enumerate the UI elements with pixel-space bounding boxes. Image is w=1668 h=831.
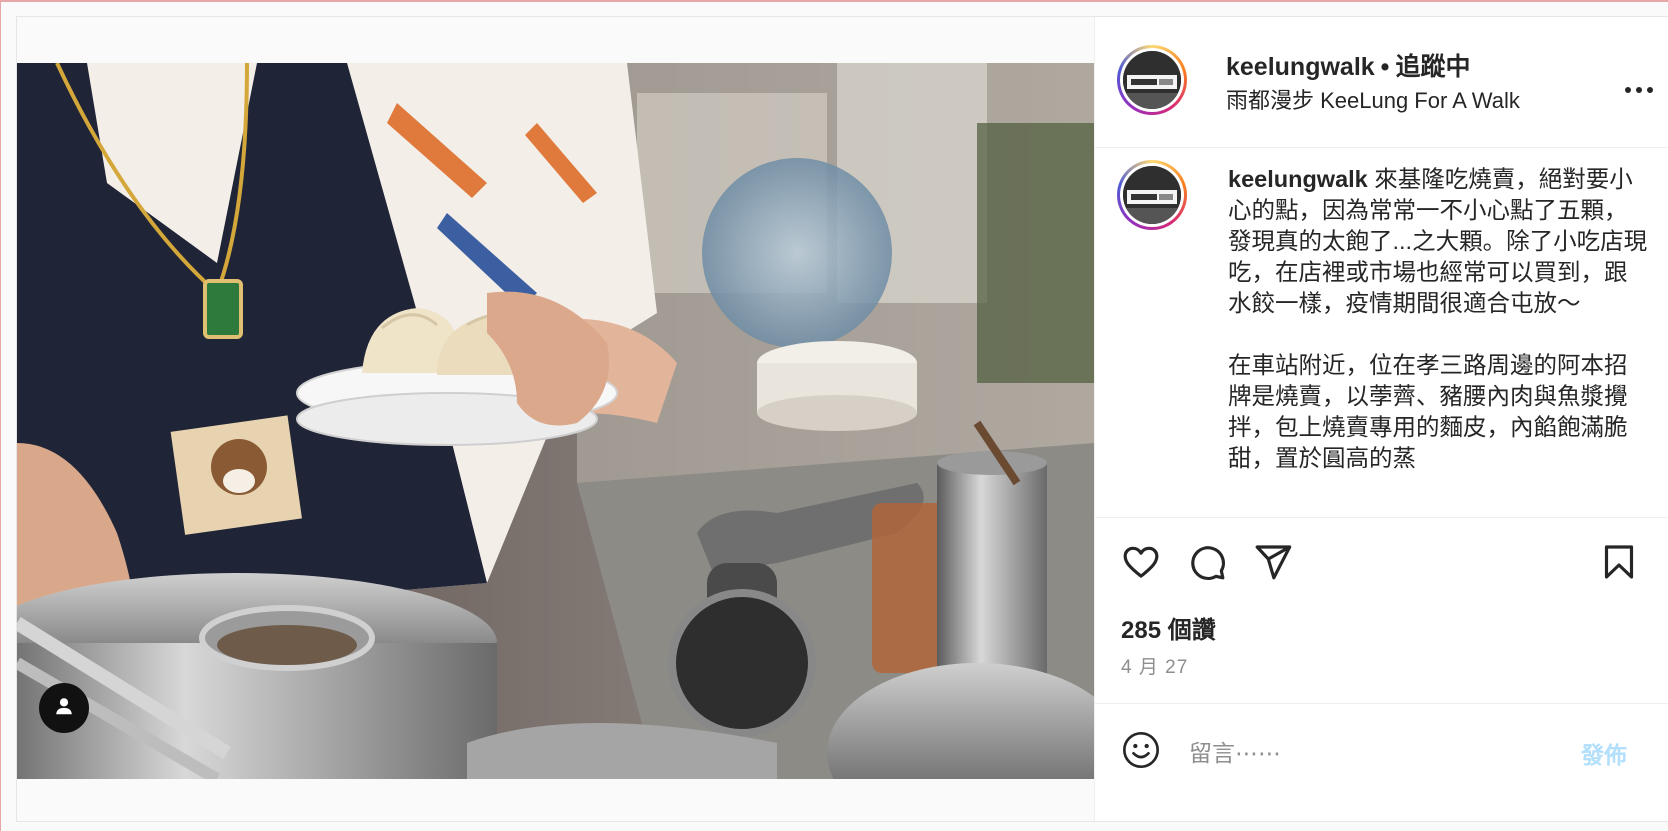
- smiley-icon: [1121, 730, 1161, 775]
- more-options-button[interactable]: [1621, 72, 1657, 108]
- comment-composer: 發佈: [1095, 703, 1668, 822]
- like-count[interactable]: 285 個讚: [1121, 610, 1216, 645]
- browser-viewport: keelungwalk • 追蹤中 雨都漫步 KeeLung For A Walk: [0, 0, 1668, 831]
- save-button[interactable]: [1597, 542, 1641, 586]
- photo-illustration: [17, 63, 1094, 779]
- post-details-panel: keelungwalk • 追蹤中 雨都漫步 KeeLung For A Walk: [1094, 17, 1668, 821]
- header-username[interactable]: keelungwalk: [1226, 53, 1375, 81]
- heart-icon: [1121, 542, 1161, 587]
- share-button[interactable]: [1251, 542, 1295, 586]
- paper-plane-icon: [1253, 542, 1293, 587]
- comment-button[interactable]: [1185, 542, 1229, 586]
- more-horizontal-icon: [1624, 81, 1654, 99]
- action-bar: 285 個讚 4 月 27: [1095, 517, 1668, 704]
- header-user-line: keelungwalk • 追蹤中: [1226, 47, 1470, 83]
- follow-status-button[interactable]: 追蹤中: [1395, 53, 1470, 81]
- caption-username[interactable]: keelungwalk: [1228, 166, 1368, 192]
- bookmark-icon: [1599, 542, 1639, 587]
- post-date[interactable]: 4 月 27: [1121, 652, 1188, 679]
- caption-body: 來基隆吃燒賣，絕對要小心的點，因為常常一不小心點了五顆，發現真的太飽了...之大…: [1228, 166, 1648, 471]
- caption-text: keelungwalk 來基隆吃燒賣，絕對要小心的點，因為常常一不小心點了五顆，…: [1228, 164, 1648, 474]
- comment-input[interactable]: [1187, 732, 1561, 774]
- avatar-image: [1123, 51, 1181, 109]
- post-photo[interactable]: [17, 63, 1094, 779]
- user-tag-icon: [53, 695, 75, 722]
- post-header: keelungwalk • 追蹤中 雨都漫步 KeeLung For A Walk: [1095, 17, 1668, 148]
- avatar-image: [1123, 166, 1181, 224]
- post-dialog: keelungwalk • 追蹤中 雨都漫步 KeeLung For A Walk: [16, 16, 1668, 822]
- comment-bubble-icon: [1187, 542, 1227, 587]
- tagged-users-button[interactable]: [39, 683, 89, 733]
- profile-name: 雨都漫步 KeeLung For A Walk: [1226, 88, 1520, 113]
- post-comment-button[interactable]: 發佈: [1581, 736, 1627, 770]
- separator-dot: •: [1380, 53, 1390, 81]
- caption-avatar[interactable]: [1117, 160, 1187, 230]
- caption-section: keelungwalk 來基隆吃燒賣，絕對要小心的點，因為常常一不小心點了五顆，…: [1095, 148, 1668, 516]
- media-column: [17, 17, 1094, 821]
- avatar[interactable]: [1117, 45, 1187, 115]
- like-button[interactable]: [1119, 542, 1163, 586]
- emoji-button[interactable]: [1119, 730, 1163, 774]
